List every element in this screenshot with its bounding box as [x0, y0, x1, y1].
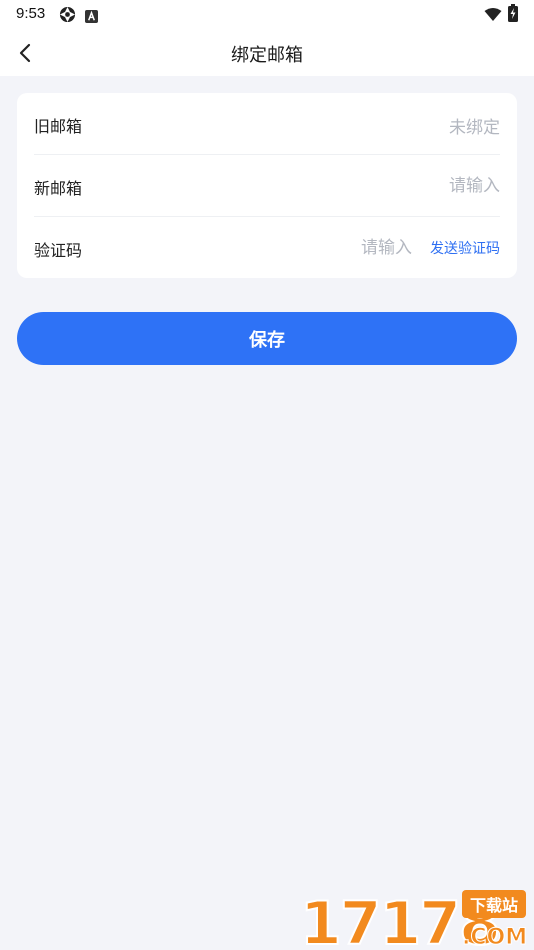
- email-form-card: 旧邮箱 未绑定 新邮箱 验证码 发送验证码: [17, 93, 517, 278]
- svg-text:下载站: 下载站: [470, 896, 518, 915]
- old-email-value: 未绑定: [449, 118, 500, 138]
- send-code-button[interactable]: 发送验证码: [430, 238, 500, 258]
- verification-code-row: 验证码 发送验证码: [34, 217, 500, 279]
- old-email-row: 旧邮箱 未绑定: [34, 93, 500, 155]
- aperture-icon: [59, 6, 76, 27]
- new-email-row: 新邮箱: [34, 155, 500, 217]
- page-title: 绑定邮箱: [231, 45, 303, 66]
- wifi-icon: [484, 7, 502, 26]
- nav-bar: 绑定邮箱: [0, 30, 534, 76]
- watermark-logo: 17178 下载站 .COM: [296, 886, 532, 950]
- new-email-label: 新邮箱: [34, 179, 83, 198]
- save-button[interactable]: 保存: [17, 312, 517, 365]
- verification-code-label: 验证码: [34, 241, 83, 260]
- text-a-icon: [85, 8, 98, 27]
- verification-code-input[interactable]: [292, 233, 412, 263]
- status-time: 9:53: [16, 5, 46, 22]
- battery-charging-icon: [508, 4, 518, 26]
- svg-text:.COM: .COM: [462, 925, 527, 950]
- new-email-input[interactable]: [280, 171, 500, 201]
- old-email-label: 旧邮箱: [34, 117, 83, 136]
- status-bar: 9:53: [0, 0, 534, 30]
